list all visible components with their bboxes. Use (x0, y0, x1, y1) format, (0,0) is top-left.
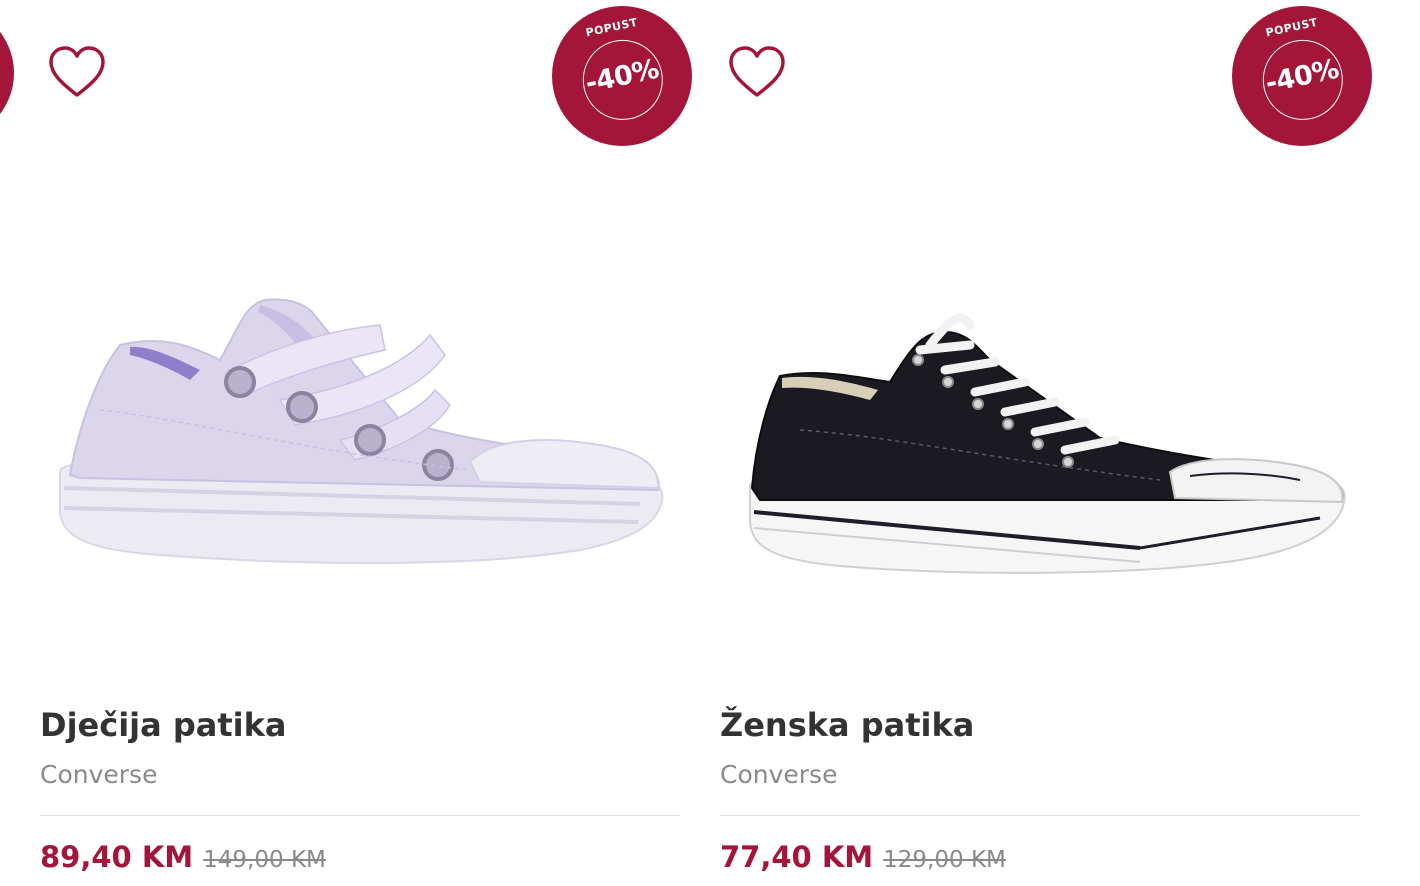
product-brand: Converse (720, 760, 838, 789)
product-image[interactable] (720, 250, 1360, 640)
divider (720, 815, 1360, 816)
heart-outline-icon[interactable] (48, 44, 106, 102)
lilac-sneaker-image (59, 298, 664, 565)
product-title[interactable]: Dječija patika (40, 706, 287, 744)
discount-badge: POPUST -40% (552, 6, 692, 146)
price-block: 77,40 KM 129,00 KM (720, 840, 1006, 874)
price-block: 89,40 KM 149,00 KM (40, 840, 326, 874)
original-price: 129,00 KM (883, 847, 1006, 873)
previous-card-discount-badge (0, 6, 14, 140)
product-grid: POPUST -40% Dječija patika Converse 89,4… (0, 0, 1420, 886)
product-image[interactable] (40, 250, 680, 640)
product-card[interactable]: POPUST -40% (720, 0, 1372, 886)
divider (40, 815, 680, 816)
current-price: 77,40 KM (720, 840, 874, 874)
product-brand: Converse (40, 760, 158, 789)
current-price: 89,40 KM (40, 840, 194, 874)
product-card[interactable]: POPUST -40% (40, 0, 692, 886)
heart-outline-icon[interactable] (728, 44, 786, 102)
original-price: 149,00 KM (203, 847, 326, 873)
black-sneaker-image (749, 313, 1346, 574)
product-title[interactable]: Ženska patika (720, 706, 974, 744)
discount-badge: POPUST -40% (1232, 6, 1372, 146)
